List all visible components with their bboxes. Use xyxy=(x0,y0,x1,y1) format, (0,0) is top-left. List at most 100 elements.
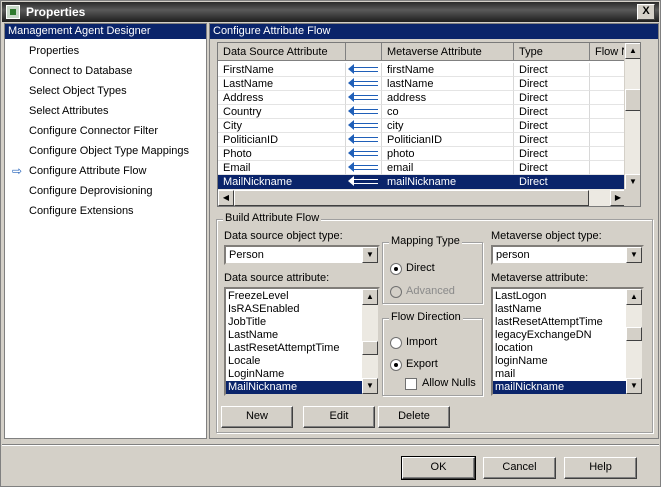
nav-item-label: Connect to Database xyxy=(29,65,133,77)
scroll-up-icon[interactable]: ▲ xyxy=(626,289,642,305)
ds-object-type-select[interactable]: Person ▼ xyxy=(224,245,380,265)
scroll-down-icon[interactable]: ▼ xyxy=(626,378,642,394)
grid-horizontal-scrollbar[interactable]: ◀ ▶ xyxy=(218,189,626,206)
grid-header: Data Source Attribute Metaverse Attribut… xyxy=(218,43,640,61)
flow-arrow-icon xyxy=(346,147,382,161)
list-item[interactable]: MailNickname xyxy=(226,381,362,394)
cell-type: Direct xyxy=(514,147,590,161)
scroll-up-icon[interactable]: ▲ xyxy=(625,43,640,59)
advanced-radio xyxy=(390,286,402,298)
list-item[interactable]: FreezeLevel xyxy=(226,290,362,303)
chevron-down-icon[interactable]: ▼ xyxy=(626,247,642,263)
col-arrow[interactable] xyxy=(346,43,382,61)
attribute-flow-panel: Configure Attribute Flow Data Source Att… xyxy=(209,23,659,439)
left-arrow-icon xyxy=(348,92,378,102)
allow-nulls-checkbox[interactable] xyxy=(405,378,417,390)
list-item[interactable]: location xyxy=(493,342,626,355)
cell-metaverse: photo xyxy=(382,147,514,161)
table-row[interactable]: Photo photo Direct xyxy=(218,147,640,161)
list-item[interactable]: loginName xyxy=(493,355,626,368)
properties-dialog: Properties X Management Agent Designer P… xyxy=(0,0,661,487)
grid-vertical-scrollbar[interactable]: ▲ ▼ xyxy=(624,43,640,190)
scroll-thumb[interactable] xyxy=(362,341,378,355)
nav-item[interactable]: Select Attributes xyxy=(5,102,205,120)
mv-object-type-select[interactable]: person ▼ xyxy=(491,245,644,265)
nav-item[interactable]: Configure Object Type Mappings xyxy=(5,142,205,160)
list-item[interactable]: mail xyxy=(493,368,626,381)
mv-attribute-list[interactable]: LastLogon lastName lastResetAttemptTime leg… xyxy=(491,287,644,396)
nav-item[interactable]: Properties xyxy=(5,42,205,60)
list-item[interactable]: IsRASEnabled xyxy=(226,303,362,316)
list-item[interactable]: LastLogon xyxy=(493,290,626,303)
col-type[interactable]: Type xyxy=(514,43,590,61)
export-radio[interactable] xyxy=(390,359,402,371)
ds-attribute-list[interactable]: FreezeLevel IsRASEnabled JobTitle LastName L… xyxy=(224,287,380,396)
attribute-flow-grid[interactable]: Data Source Attribute Metaverse Attribut… xyxy=(217,42,641,207)
scroll-thumb[interactable] xyxy=(626,327,642,341)
cell-metaverse: PoliticianID xyxy=(382,133,514,147)
nav-item-label: Configure Attribute Flow xyxy=(29,165,147,177)
cell-source: LastName xyxy=(218,77,346,91)
ok-button[interactable]: OK xyxy=(401,456,476,480)
flow-arrow-icon xyxy=(346,91,382,105)
new-button[interactable]: New xyxy=(221,406,293,428)
cell-type: Direct xyxy=(514,161,590,175)
nav-item[interactable]: Configure Extensions xyxy=(5,202,205,220)
table-row[interactable]: City city Direct xyxy=(218,119,640,133)
scroll-left-icon[interactable]: ◀ xyxy=(218,190,234,206)
nav-item[interactable]: Configure Connector Filter xyxy=(5,122,205,140)
list-item[interactable]: lastResetAttemptTime xyxy=(493,316,626,329)
import-label: Import xyxy=(406,336,438,348)
table-row[interactable]: Address address Direct xyxy=(218,91,640,105)
direct-radio[interactable] xyxy=(390,263,402,275)
list-item[interactable]: LoginName xyxy=(226,368,362,381)
help-button[interactable]: Help xyxy=(564,457,637,479)
nav-item[interactable]: Configure Deprovisioning xyxy=(5,182,205,200)
scroll-thumb[interactable] xyxy=(625,89,640,111)
hscroll-thumb[interactable] xyxy=(234,190,589,206)
nav-item[interactable]: Select Object Types xyxy=(5,82,205,100)
nav-item-label: Configure Deprovisioning xyxy=(29,185,153,197)
delete-button[interactable]: Delete xyxy=(378,406,450,428)
ds-attribute-label: Data source attribute: xyxy=(224,272,330,284)
scroll-down-icon[interactable]: ▼ xyxy=(362,378,378,394)
build-attribute-flow-legend: Build Attribute Flow xyxy=(223,212,322,224)
col-data-source[interactable]: Data Source Attribute xyxy=(218,43,346,61)
mv-list-scrollbar[interactable]: ▲ ▼ xyxy=(626,289,642,394)
table-row[interactable]: PoliticianID PoliticianID Direct xyxy=(218,133,640,147)
list-item[interactable]: LastResetAttemptTime xyxy=(226,342,362,355)
cancel-button[interactable]: Cancel xyxy=(483,457,556,479)
close-button[interactable]: X xyxy=(637,4,655,20)
flow-direction-legend: Flow Direction xyxy=(389,311,463,323)
list-item[interactable]: legacyExchangeDN xyxy=(493,329,626,342)
list-item[interactable]: LastName xyxy=(226,329,362,342)
nav-item[interactable]: Connect to Database xyxy=(5,62,205,80)
edit-button[interactable]: Edit xyxy=(303,406,375,428)
nav-item-label: Select Object Types xyxy=(29,85,127,97)
chevron-down-icon[interactable]: ▼ xyxy=(362,247,378,263)
table-row[interactable]: LastName lastName Direct xyxy=(218,77,640,91)
nav-item-label: Configure Connector Filter xyxy=(29,125,159,137)
table-row[interactable]: Email email Direct xyxy=(218,161,640,175)
table-row[interactable]: FirstName firstName Direct xyxy=(218,63,640,77)
mv-object-type-label: Metaverse object type: xyxy=(491,230,602,242)
col-metaverse[interactable]: Metaverse Attribute xyxy=(382,43,514,61)
left-arrow-icon xyxy=(348,162,378,172)
ds-object-type-value: Person xyxy=(229,249,264,261)
list-item[interactable]: mailNickname xyxy=(493,381,626,394)
mv-attribute-label: Metaverse attribute: xyxy=(491,272,589,284)
title-bar[interactable]: Properties X xyxy=(2,2,659,22)
scroll-up-icon[interactable]: ▲ xyxy=(362,289,378,305)
ds-list-scrollbar[interactable]: ▲ ▼ xyxy=(362,289,378,394)
import-radio[interactable] xyxy=(390,337,402,349)
export-label: Export xyxy=(406,358,438,370)
list-item[interactable]: JobTitle xyxy=(226,316,362,329)
scroll-down-icon[interactable]: ▼ xyxy=(625,174,640,190)
nav-item[interactable]: ⇨ Configure Attribute Flow xyxy=(5,162,205,180)
list-item[interactable]: Locale xyxy=(226,355,362,368)
left-arrow-icon xyxy=(348,106,378,116)
table-row[interactable]: Country co Direct xyxy=(218,105,640,119)
mapping-type-group: Mapping Type Direct Advanced xyxy=(382,235,483,304)
table-row[interactable]: MailNickname mailNickname Direct xyxy=(218,175,640,189)
list-item[interactable]: lastName xyxy=(493,303,626,316)
